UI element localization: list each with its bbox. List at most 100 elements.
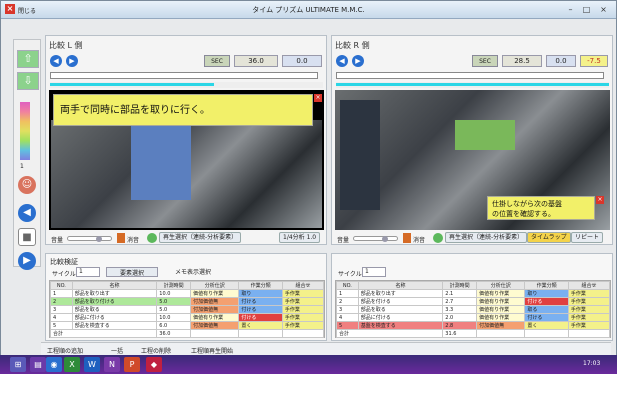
- right-cycle-select[interactable]: 1: [362, 267, 386, 277]
- footer-replay-button[interactable]: 工程順再生開始: [191, 346, 233, 355]
- left-volume-slider[interactable]: [67, 236, 112, 242]
- minimize-icon[interactable]: –: [564, 4, 577, 15]
- right-col-time: 計測時間: [442, 281, 478, 290]
- row-time: 10.0: [156, 289, 192, 298]
- left-playmode-icon[interactable]: [147, 233, 157, 243]
- right-next-icon[interactable]: ▶: [352, 55, 364, 67]
- browser-icon[interactable]: ◉: [46, 357, 62, 372]
- right-worker-figure: [340, 100, 380, 210]
- right-timeline[interactable]: [336, 72, 604, 79]
- left-banner-close-icon[interactable]: ×: [314, 94, 322, 102]
- right-repeat-button[interactable]: リピート: [571, 232, 604, 243]
- right-mute-label[interactable]: 消音: [413, 235, 425, 244]
- table-row[interactable]: 1 部品を取り出す 2.1 価値有り作業 取り 手作業: [336, 289, 611, 298]
- timeprism-icon[interactable]: ◆: [146, 357, 162, 372]
- table-row[interactable]: 2 部品を取り付ける 5.0 付加価値無 付ける 手作業: [50, 297, 325, 306]
- right-delta-value: -7.5: [580, 55, 608, 67]
- powerpoint-icon[interactable]: P: [124, 357, 140, 372]
- right-caption-banner: 仕掛しながら次の基盤 の位置を確認する。: [487, 196, 595, 220]
- onenote-icon[interactable]: N: [104, 357, 120, 372]
- right-col-analysis: 分析仕訳: [476, 281, 526, 290]
- table-row[interactable]: 4 部品に付ける 10.0 価値有り作業 付ける 手作業: [50, 313, 325, 322]
- start-icon[interactable]: ⊞: [10, 357, 26, 372]
- close-label[interactable]: 閉じる: [18, 6, 36, 15]
- row-class: 付ける: [238, 297, 283, 306]
- row-class: 取り: [524, 289, 569, 298]
- left-cycle-label: サイクル: [52, 271, 76, 278]
- window-title: タイム プリズム ULTIMATE M.M.C.: [252, 6, 365, 14]
- footer-add-button[interactable]: 工程順の追加: [47, 346, 83, 355]
- left-sec-button[interactable]: SEC: [204, 55, 230, 67]
- row-analysis: 価値有り作業: [476, 297, 526, 306]
- previous-icon[interactable]: ◀: [18, 204, 36, 222]
- close-window-icon[interactable]: ×: [597, 4, 610, 15]
- right-sec-button[interactable]: SEC: [472, 55, 498, 67]
- left-cyan-track: [50, 82, 323, 88]
- row-time: 2.8: [442, 321, 478, 330]
- row-name: 部品を取り付ける: [71, 297, 158, 306]
- right-video[interactable]: 仕掛しながら次の基盤 の位置を確認する。 ×: [335, 90, 610, 230]
- right-volume-knob[interactable]: [382, 236, 388, 242]
- left-diff-value: 0.0: [282, 55, 322, 67]
- footer-toolbar: 工程順の追加 一括 工程の削除 工程順再生開始: [41, 342, 611, 355]
- right-timelapse-button[interactable]: タイムラップ: [527, 232, 571, 243]
- left-timeline[interactable]: [50, 72, 318, 79]
- maximize-icon[interactable]: □: [580, 4, 593, 15]
- row-analysis: 付加価値無: [476, 321, 526, 330]
- row-analysis: 価値有り作業: [476, 289, 526, 298]
- right-banner-close-icon[interactable]: ×: [596, 196, 604, 204]
- right-playmode-select[interactable]: 再生選択（連続-分析要素）: [445, 232, 528, 243]
- table-row[interactable]: 5 部品を検査する 6.0 付加価値無 置く 手作業: [50, 321, 325, 330]
- total-row: 合計 36.0: [49, 329, 325, 338]
- left-prev-icon[interactable]: ◀: [50, 55, 62, 67]
- row-time: 5.0: [156, 297, 192, 306]
- left-progress-fill: [50, 83, 214, 86]
- row-analysis: 価値有り作業: [190, 313, 240, 322]
- excel-icon[interactable]: X: [64, 357, 80, 372]
- footer-delete-button[interactable]: 工程の削除: [141, 346, 171, 355]
- stop-icon[interactable]: ■: [18, 228, 36, 246]
- upload-arrow-icon[interactable]: ⇧: [17, 50, 39, 68]
- download-arrow-icon[interactable]: ⇩: [17, 72, 39, 90]
- right-playmode-icon[interactable]: [433, 233, 443, 243]
- row-class: 置く: [238, 321, 283, 330]
- face-icon[interactable]: ☺: [18, 176, 36, 194]
- footer-bulk-button[interactable]: 一括: [111, 346, 123, 355]
- right-controls: 音量 消音 再生選択（連続-分析要素） タイムラップ リピート: [335, 232, 610, 245]
- row-name: 部品に付ける: [71, 313, 158, 322]
- left-mute-label[interactable]: 消音: [127, 235, 139, 244]
- row-no: 1: [336, 289, 359, 298]
- row-analysis: 付加価値無: [190, 305, 240, 314]
- left-table: NO. 名称 計測時間 分析仕訳 作業分類 組合せ 1 部品を取り出す 10.0…: [49, 281, 325, 338]
- table-row[interactable]: 2 部品を付ける 2.7 価値有り作業 付ける 手作業: [336, 297, 611, 306]
- right-diff-value: 0.0: [546, 55, 576, 67]
- table-row[interactable]: 3 部品を取る 5.0 付加価値無 付ける 手作業: [50, 305, 325, 314]
- left-col-combo: 組合せ: [281, 281, 325, 290]
- play-icon[interactable]: ▶: [18, 252, 36, 270]
- left-playmode-select[interactable]: 再生選択（連続-分析要素）: [159, 232, 242, 243]
- bar-select-button[interactable]: 要素選択: [106, 267, 158, 277]
- left-caption-text: 両手で同時に部品を取りに行く。: [60, 105, 210, 116]
- right-table: NO. 名称 計測時間 分析仕訳 作業分類 組合せ 1 部品を取り出す 2.1 …: [335, 281, 611, 338]
- table-row[interactable]: 3 部品を取る 3.3 価値有り作業 取る 手作業: [336, 305, 611, 314]
- right-prev-icon[interactable]: ◀: [336, 55, 348, 67]
- left-next-icon[interactable]: ▶: [66, 55, 78, 67]
- word-icon[interactable]: W: [84, 357, 100, 372]
- left-video[interactable]: 両手で同時に部品を取りに行く。 ×: [49, 90, 324, 230]
- row-analysis: 価値有り作業: [476, 305, 526, 314]
- right-mute-icon[interactable]: [403, 233, 411, 243]
- table-row[interactable]: 4 部品に付ける 2.0 価値有り作業 付ける 手作業: [336, 313, 611, 322]
- folder-icon[interactable]: ▤: [30, 357, 46, 372]
- left-time-value: 36.0: [234, 55, 278, 67]
- left-mute-icon[interactable]: [117, 233, 125, 243]
- left-volume-knob[interactable]: [96, 236, 102, 242]
- memo-select-button[interactable]: メモ表示選択: [164, 267, 222, 277]
- table-row[interactable]: 1 部品を取り出す 10.0 価値有り作業 取り 手作業: [50, 289, 325, 298]
- left-col-no: NO.: [50, 281, 73, 290]
- row-combo: 手作業: [567, 313, 611, 322]
- left-cycle-select[interactable]: 1: [76, 267, 100, 277]
- table-row[interactable]: 5 基盤を検査する 2.8 付加価値無 置く 手作業: [336, 321, 611, 330]
- left-analysis-button[interactable]: 1/4分析 1.0: [279, 232, 321, 243]
- close-app-icon[interactable]: ×: [5, 4, 15, 14]
- right-volume-slider[interactable]: [353, 236, 398, 242]
